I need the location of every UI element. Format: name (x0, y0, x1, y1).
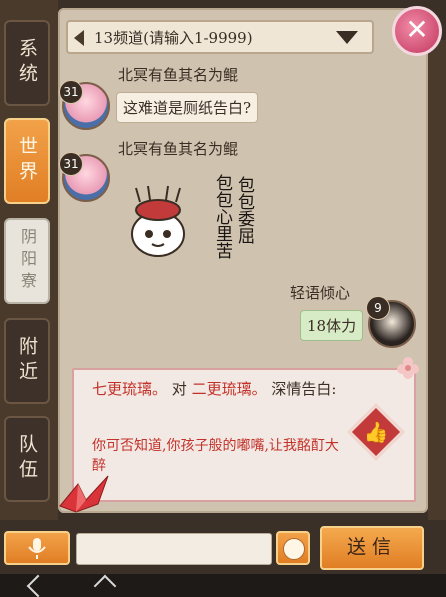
sender-name[interactable]: 轻语倾心 (290, 282, 350, 303)
close-button[interactable]: ✕ (392, 6, 442, 56)
voice-button[interactable] (4, 531, 70, 565)
level-badge: 31 (59, 152, 83, 176)
home-icon[interactable] (93, 574, 117, 597)
message-bubble: 18体力 (300, 310, 364, 341)
confession-connector: 对 (171, 380, 187, 398)
tab-nearby[interactable]: 附近 (4, 318, 50, 404)
emoji-face-icon (283, 538, 305, 560)
tab-guild[interactable]: 阴阳寮 (4, 218, 50, 304)
tab-system[interactable]: 系统 (4, 20, 50, 106)
close-icon: ✕ (405, 13, 429, 46)
level-badge: 9 (366, 296, 390, 320)
tab-world[interactable]: 世界 (4, 118, 50, 204)
message-bubble: 这难道是厕纸告白? (116, 92, 259, 123)
channel-label: 13频道(请输入1-9999) (94, 29, 253, 47)
sender-name[interactable]: 北冥有鱼其名为鲲 (118, 138, 238, 159)
channel-selector[interactable]: 13频道(请输入1-9999) (66, 20, 374, 54)
confession-suffix: 深情告白: (271, 380, 337, 398)
chevron-down-icon[interactable] (336, 31, 358, 44)
arrow-left-icon (74, 30, 84, 46)
send-button[interactable]: 送信 (320, 526, 424, 570)
thumbs-up-icon: 👍 (363, 420, 389, 444)
confession-header: 七更琉璃。 对 二更琉璃。 深情告白: (92, 378, 392, 400)
sticker-caption: 包包心里苦 (212, 174, 232, 259)
confession-receiver[interactable]: 二更琉璃。 (192, 380, 267, 398)
level-badge: 31 (59, 80, 83, 104)
confession-text: 你可否知道,你孩子般的嘟嘴,让我酩酊大醉 (92, 438, 339, 474)
sender-name[interactable]: 北冥有鱼其名为鲲 (118, 64, 238, 85)
back-icon[interactable] (26, 574, 50, 597)
sticker-caption: 包包委屈 (234, 176, 254, 244)
confession-sender[interactable]: 七更琉璃。 (92, 380, 167, 398)
tab-team[interactable]: 队伍 (4, 416, 50, 502)
background-strip (428, 40, 446, 540)
chat-input[interactable] (76, 533, 272, 565)
paper-crane-icon (59, 475, 109, 513)
blossom-icon (397, 357, 419, 379)
emoji-button[interactable] (276, 531, 310, 565)
system-nav-bar (0, 574, 446, 597)
microphone-icon (28, 538, 46, 559)
